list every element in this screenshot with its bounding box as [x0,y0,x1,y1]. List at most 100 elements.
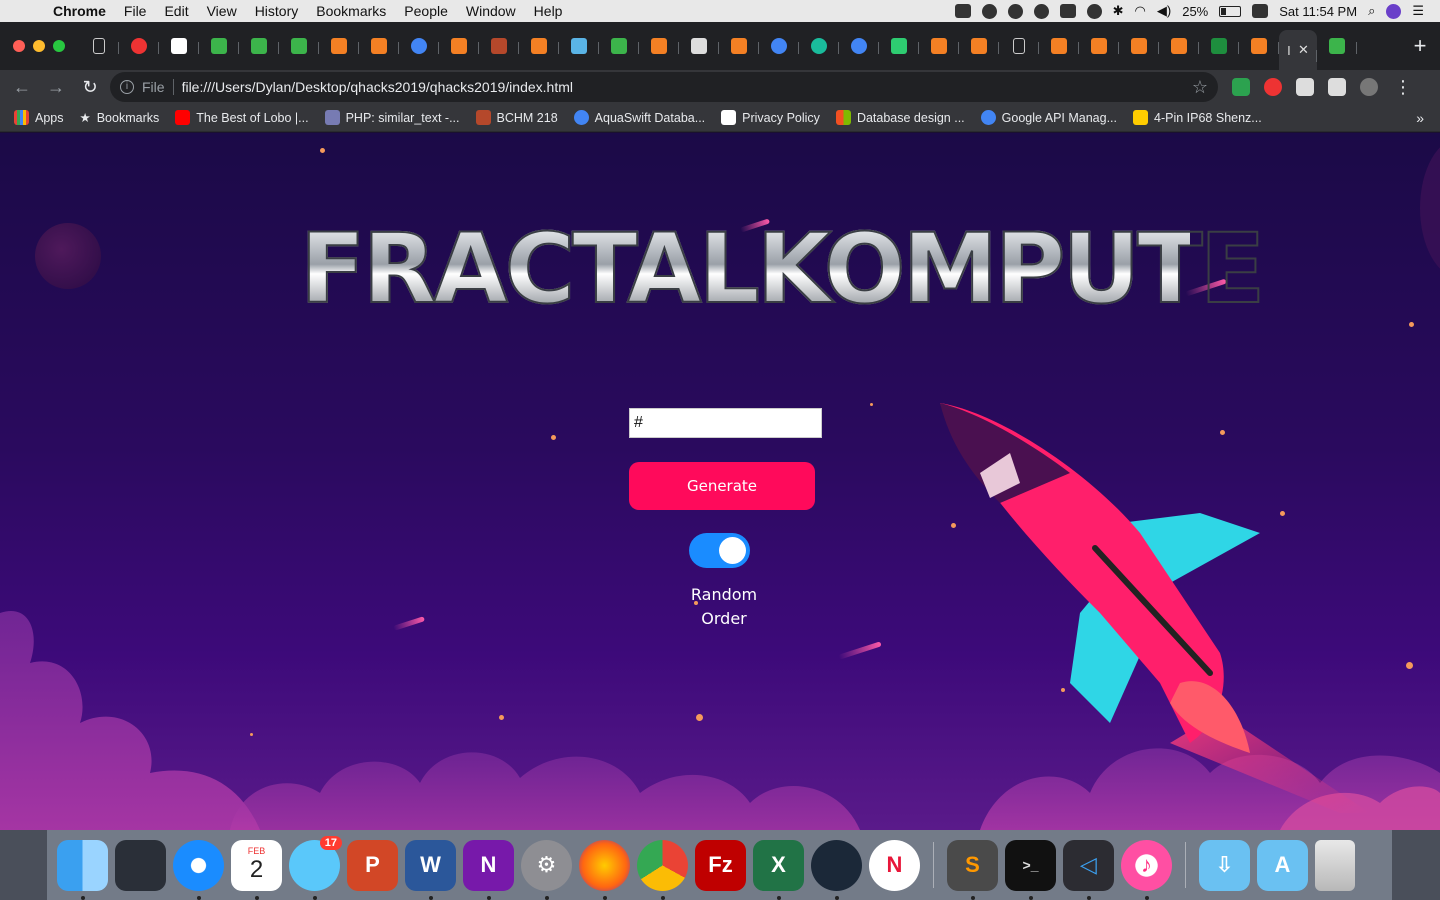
tab[interactable] [1239,22,1279,70]
menu-help[interactable]: Help [525,3,572,19]
cube-icon[interactable] [1328,78,1346,96]
tab[interactable] [1317,22,1357,70]
profile-avatar[interactable] [1360,78,1378,96]
address-bar[interactable]: i File file:///Users/Dylan/Desktop/qhack… [110,72,1218,102]
downloads-folder-icon[interactable]: ⇩ [1199,839,1250,891]
close-tab-icon[interactable]: ✕ [1298,42,1309,58]
wifi-icon[interactable]: ◠ [1135,3,1146,19]
number-input[interactable] [629,408,822,438]
menu-bookmarks[interactable]: Bookmarks [307,3,395,19]
tab[interactable] [159,22,199,70]
firefox-icon[interactable] [579,839,630,900]
tab[interactable] [1159,22,1199,70]
creative-cloud-icon[interactable] [981,3,997,19]
tab[interactable] [959,22,999,70]
url-text[interactable]: file:///Users/Dylan/Desktop/qhacks2019/q… [182,79,1184,95]
bookmark-item[interactable]: PHP: similar_text -... [324,110,460,125]
clock[interactable]: Sat 11:54 PM [1279,4,1357,19]
tab[interactable] [1039,22,1079,70]
tab[interactable] [119,22,159,70]
info-icon[interactable]: i [120,80,134,94]
menu-view[interactable]: View [198,3,246,19]
bookmark-item[interactable]: BCHM 218 [475,110,558,125]
onenote-icon[interactable]: N [463,839,514,900]
adblock-icon[interactable] [1264,78,1282,96]
tab[interactable] [919,22,959,70]
vscode-icon[interactable]: ◁ [1063,839,1114,900]
battery-icon[interactable] [1219,5,1242,17]
applications-folder-icon[interactable]: A [1257,839,1308,891]
tab[interactable] [319,22,359,70]
bookmark-item[interactable]: The Best of Lobo |... [175,110,309,125]
bookmark-bookmarks[interactable]: ★ Bookmarks [80,110,160,126]
grammarly-icon[interactable] [1007,3,1023,19]
tab[interactable] [759,22,799,70]
tab[interactable] [519,22,559,70]
tab[interactable] [999,22,1039,70]
tab[interactable] [479,22,519,70]
bluetooth-icon[interactable]: ✱ [1113,3,1124,19]
trash-icon[interactable] [1315,839,1355,891]
active-tab[interactable]: I ✕ [1279,30,1317,70]
extension-icon[interactable] [1232,78,1250,96]
chrome-menu-icon[interactable]: ⋮ [1394,77,1412,98]
tab[interactable] [599,22,639,70]
tab[interactable] [679,22,719,70]
new-tab-button[interactable]: + [1400,33,1440,59]
chrome-icon[interactable] [637,839,688,900]
tab[interactable] [439,22,479,70]
terminal-icon[interactable]: >_ [1005,839,1056,900]
forward-button[interactable]: → [42,77,70,98]
extension-icon[interactable] [1296,78,1314,96]
siri-icon[interactable] [1386,3,1402,19]
tab[interactable] [199,22,239,70]
tab[interactable] [1079,22,1119,70]
filezilla-icon[interactable]: Fz [695,839,746,891]
zoom-window-button[interactable] [53,40,65,52]
menu-edit[interactable]: Edit [155,3,197,19]
tab[interactable] [79,22,119,70]
dropbox-icon[interactable] [1059,4,1076,18]
tab[interactable] [879,22,919,70]
calendar-icon[interactable]: FEB 2 [231,839,282,900]
menu-history[interactable]: History [246,3,308,19]
tab[interactable] [839,22,879,70]
bookmark-item[interactable]: Database design ... [835,110,965,125]
powerpoint-icon[interactable]: P [347,839,398,891]
input-source-icon[interactable] [1252,4,1269,18]
spotlight-icon[interactable]: ⌕ [1368,3,1375,19]
tab[interactable] [639,22,679,70]
tab[interactable] [1119,22,1159,70]
bookmark-item[interactable]: AquaSwift Databa... [573,110,705,125]
tab[interactable] [239,22,279,70]
generate-button[interactable]: Generate [629,462,815,510]
time-machine-icon[interactable] [1086,3,1102,19]
sublime-text-icon[interactable]: S [947,839,998,900]
reload-button[interactable]: ↻ [76,77,104,98]
back-button[interactable]: ← [8,77,36,98]
tab[interactable] [279,22,319,70]
tab[interactable] [719,22,759,70]
bookmark-item[interactable]: Privacy Policy [721,110,820,125]
more-bookmarks-button[interactable]: » [1416,110,1424,126]
menu-window[interactable]: Window [457,3,525,19]
volume-icon[interactable]: ◀) [1157,3,1171,19]
cloud-icon[interactable] [1033,3,1049,19]
system-preferences-icon[interactable]: ⚙ [521,839,572,900]
close-window-button[interactable] [13,40,25,52]
word-icon[interactable]: W [405,839,456,900]
random-order-toggle[interactable] [689,533,750,568]
minimize-window-button[interactable] [33,40,45,52]
menu-app-name[interactable]: Chrome [44,3,115,19]
messages-icon[interactable]: 17 [289,835,342,900]
notification-center-icon[interactable]: ☰ [1412,3,1424,19]
preview-icon[interactable] [115,839,166,891]
finder-icon[interactable] [57,839,108,900]
tab[interactable] [799,22,839,70]
bookmark-apps[interactable]: Apps [14,110,64,125]
tab[interactable] [1199,22,1239,70]
bookmark-item[interactable]: 4-Pin IP68 Shenz... [1133,110,1262,125]
steam-icon[interactable] [811,839,862,900]
bookmark-star-icon[interactable]: ☆ [1192,77,1208,98]
bookmark-item[interactable]: Google API Manag... [980,110,1117,125]
